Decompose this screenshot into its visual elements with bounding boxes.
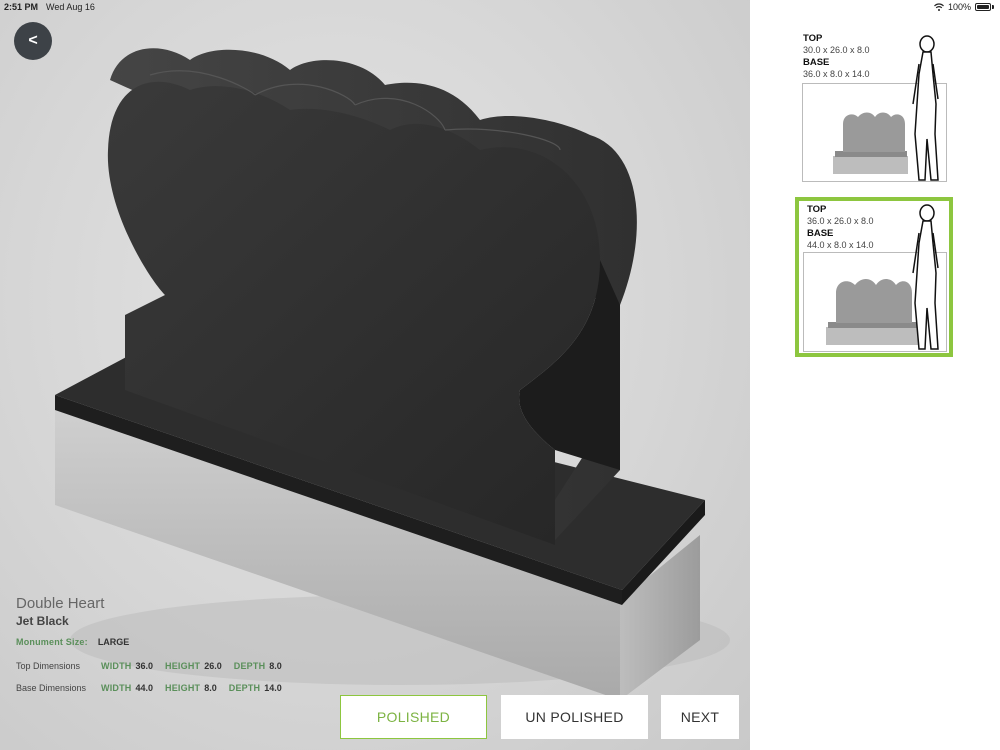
monument-size-label: Monument Size:: [16, 637, 88, 647]
top-depth-value: 8.0: [269, 661, 282, 671]
status-date: Wed Aug 16: [46, 2, 95, 12]
top-width-label: WIDTH: [101, 661, 132, 671]
back-button[interactable]: <: [14, 22, 52, 60]
polished-button[interactable]: POLISHED: [340, 695, 487, 739]
status-bar: 2:51 PM Wed Aug 16 100%: [0, 0, 1000, 14]
base-depth-label: DEPTH: [228, 683, 261, 693]
product-name: Double Heart: [16, 595, 105, 612]
option-top-value: 36.0 x 26.0 x 8.0: [807, 216, 874, 226]
option-base-value: 36.0 x 8.0 x 14.0: [803, 69, 870, 79]
top-depth-label: DEPTH: [233, 661, 266, 671]
size-option-2[interactable]: TOP 36.0 x 26.0 x 8.0 BASE 44.0 x 8.0 x …: [795, 197, 953, 357]
option-base-label: BASE: [803, 57, 830, 68]
size-option-1[interactable]: TOP 30.0 x 26.0 x 8.0 BASE 36.0 x 8.0 x …: [795, 30, 953, 190]
wifi-icon: [934, 3, 944, 11]
option-base-value: 44.0 x 8.0 x 14.0: [807, 240, 874, 250]
product-color: Jet Black: [16, 614, 69, 628]
monument-size-row: Monument Size: LARGE: [16, 637, 294, 647]
option-top-value: 30.0 x 26.0 x 8.0: [803, 45, 870, 55]
base-dimensions-label: Base Dimensions: [16, 683, 87, 693]
battery-percent: 100%: [947, 2, 971, 12]
base-width-value: 44.0: [135, 683, 154, 693]
monument-viewer[interactable]: < Double Heart Jet Black Monument Size: …: [0, 0, 750, 750]
option-base-label: BASE: [807, 228, 834, 239]
person-scale-figure: [912, 204, 939, 350]
battery-icon: [975, 3, 991, 11]
base-height-value: 8.0: [204, 683, 217, 693]
option-top-label: TOP: [807, 204, 827, 215]
chevron-left-icon: <: [28, 32, 38, 49]
base-dimensions-row: Base Dimensions WIDTH 44.0 HEIGHT 8.0 DEPT…: [16, 683, 294, 693]
top-width-value: 36.0: [135, 661, 154, 671]
person-scale-figure: [912, 35, 939, 181]
top-dimensions-row: Top Dimensions WIDTH 36.0 HEIGHT 26.0 DEPT…: [16, 661, 294, 671]
monument-size-value: LARGE: [97, 637, 130, 647]
top-dimensions-label: Top Dimensions: [16, 661, 81, 671]
status-time: 2:51 PM: [4, 2, 39, 12]
next-button[interactable]: NEXT: [661, 695, 739, 739]
base-width-label: WIDTH: [101, 683, 132, 693]
top-height-label: HEIGHT: [165, 661, 201, 671]
base-height-label: HEIGHT: [165, 683, 201, 693]
product-info: Double Heart Jet Black Monument Size: LA…: [16, 595, 294, 693]
option-top-label: TOP: [803, 33, 823, 44]
top-height-value: 26.0: [204, 661, 222, 671]
base-depth-value: 14.0: [264, 683, 282, 693]
unpolished-button[interactable]: UN POLISHED: [501, 695, 648, 739]
